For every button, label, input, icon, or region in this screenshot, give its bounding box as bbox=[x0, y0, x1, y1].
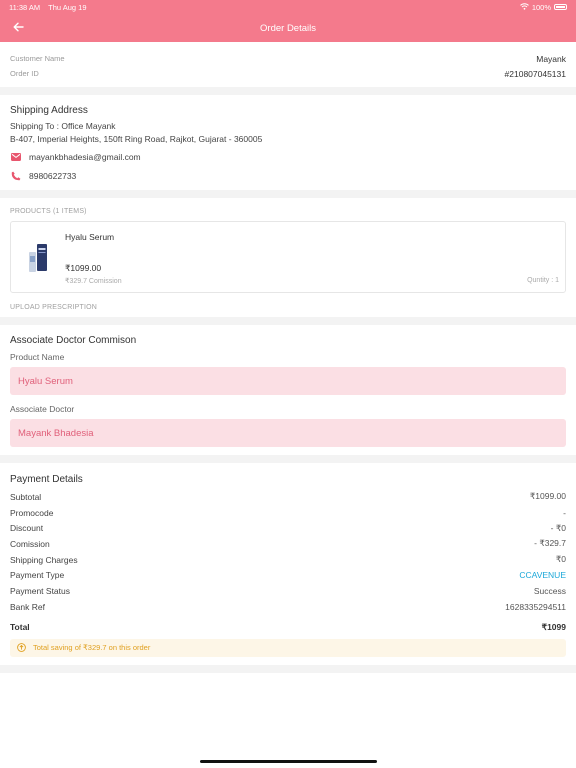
total-label: Total bbox=[10, 622, 30, 632]
payment-label: Shipping Charges bbox=[10, 554, 78, 565]
associate-doctor-field[interactable]: Mayank Bhadesia bbox=[10, 419, 566, 447]
section-divider bbox=[0, 317, 576, 325]
battery-icon bbox=[554, 4, 567, 10]
order-id-row: Order ID #210807045131 bbox=[10, 66, 566, 81]
payment-row: Shipping Charges ₹0 bbox=[10, 552, 566, 568]
doctor-commission-section: Associate Doctor Commison Product Name H… bbox=[0, 325, 576, 455]
product-name-field[interactable]: Hyalu Serum bbox=[10, 367, 566, 395]
total-row: Total ₹1099 bbox=[10, 620, 566, 635]
wifi-icon bbox=[519, 2, 529, 12]
shipping-address: B-407, Imperial Heights, 150ft Ring Road… bbox=[10, 134, 263, 144]
payment-row: Comission - ₹329.7 bbox=[10, 536, 566, 552]
product-card[interactable]: Hyalu Serum ₹1099.00 ₹329.7 Comission Qu… bbox=[10, 221, 566, 293]
payment-value: - ₹0 bbox=[550, 522, 566, 533]
payment-details-section: Payment Details Subtotal ₹1099.00 Promoc… bbox=[0, 463, 576, 665]
payment-label: Discount bbox=[10, 523, 44, 534]
payment-value: Success bbox=[533, 585, 566, 596]
phone-icon bbox=[10, 170, 22, 182]
product-price: ₹1099.00 bbox=[65, 263, 102, 273]
order-info-section: Customer Name Mayank Order ID #210807045… bbox=[0, 42, 576, 87]
saving-text: Total saving of ₹329.7 on this order bbox=[33, 643, 151, 652]
payment-value: - ₹329.7 bbox=[534, 538, 566, 549]
product-name-label: Product Name bbox=[10, 352, 65, 362]
payment-label: Payment Type bbox=[10, 570, 65, 581]
payment-label: Payment Status bbox=[10, 585, 71, 596]
customer-name-row: Customer Name Mayank bbox=[10, 51, 566, 66]
payment-label: Comission bbox=[10, 538, 50, 549]
order-id-label: Order ID bbox=[10, 69, 39, 78]
customer-name-value: Mayank bbox=[536, 53, 566, 64]
payment-details-title: Payment Details bbox=[10, 474, 83, 485]
customer-name-label: Customer Name bbox=[10, 54, 65, 63]
total-value: ₹1099 bbox=[541, 621, 566, 632]
payment-value: 1628335294511 bbox=[505, 601, 566, 612]
status-bar: 11:38 AM Thu Aug 19 100% bbox=[0, 0, 576, 14]
battery-percent: 100% bbox=[531, 2, 551, 12]
payment-value: ₹0 bbox=[555, 554, 566, 565]
payment-row: Subtotal ₹1099.00 bbox=[10, 489, 566, 505]
doctor-commission-title: Associate Doctor Commison bbox=[10, 335, 137, 346]
products-heading: PRODUCTS (1 ITEMS) bbox=[10, 208, 87, 215]
phone-row: 8980622733 bbox=[10, 169, 566, 182]
payment-row: Promocode - bbox=[10, 505, 566, 521]
associate-doctor-label: Associate Doctor bbox=[10, 404, 75, 414]
payment-row: Payment Status Success bbox=[10, 583, 566, 599]
mail-icon bbox=[10, 151, 22, 163]
shipping-title: Shipping Address bbox=[10, 105, 88, 116]
payment-label: Promocode bbox=[10, 507, 54, 518]
status-date: Thu Aug 19 bbox=[48, 2, 87, 12]
payment-row: Discount - ₹0 bbox=[10, 520, 566, 536]
section-divider bbox=[0, 455, 576, 463]
section-divider bbox=[0, 190, 576, 198]
status-right: 100% bbox=[519, 2, 567, 12]
home-indicator[interactable] bbox=[200, 760, 377, 763]
payment-type-value: CCAVENUE bbox=[519, 570, 566, 581]
product-image bbox=[25, 242, 51, 274]
payment-value: - bbox=[563, 507, 566, 518]
payment-label: Subtotal bbox=[10, 491, 42, 502]
payment-value: ₹1099.00 bbox=[529, 491, 566, 502]
section-divider bbox=[0, 87, 576, 95]
arrow-left-icon[interactable] bbox=[10, 19, 26, 35]
email-row: mayankbhadesia@gmail.com bbox=[10, 150, 566, 163]
coin-icon bbox=[16, 643, 26, 653]
page-title: Order Details bbox=[260, 22, 316, 34]
product-commission: ₹329.7 Comission bbox=[65, 278, 122, 285]
payment-label: Bank Ref bbox=[10, 601, 45, 612]
nav-bar: Order Details bbox=[0, 14, 576, 42]
shipping-section: Shipping Address Shipping To : Office Ma… bbox=[0, 95, 576, 190]
upload-prescription-heading[interactable]: UPLOAD PRESCRIPTION bbox=[0, 293, 576, 317]
payment-row: Bank Ref 1628335294511 bbox=[10, 599, 566, 615]
status-time: 11:38 AM bbox=[9, 2, 41, 12]
saving-banner: Total saving of ₹329.7 on this order bbox=[10, 638, 566, 657]
section-divider bbox=[0, 664, 576, 673]
order-id-value: #210807045131 bbox=[504, 68, 566, 79]
phone-value[interactable]: 8980622733 bbox=[29, 171, 76, 181]
payment-row: Payment Type CCAVENUE bbox=[10, 567, 566, 583]
product-quantity: Quntity : 1 bbox=[527, 277, 559, 284]
product-name: Hyalu Serum bbox=[65, 232, 115, 242]
shipping-to: Shipping To : Office Mayank bbox=[10, 121, 116, 131]
email-value[interactable]: mayankbhadesia@gmail.com bbox=[29, 152, 141, 162]
